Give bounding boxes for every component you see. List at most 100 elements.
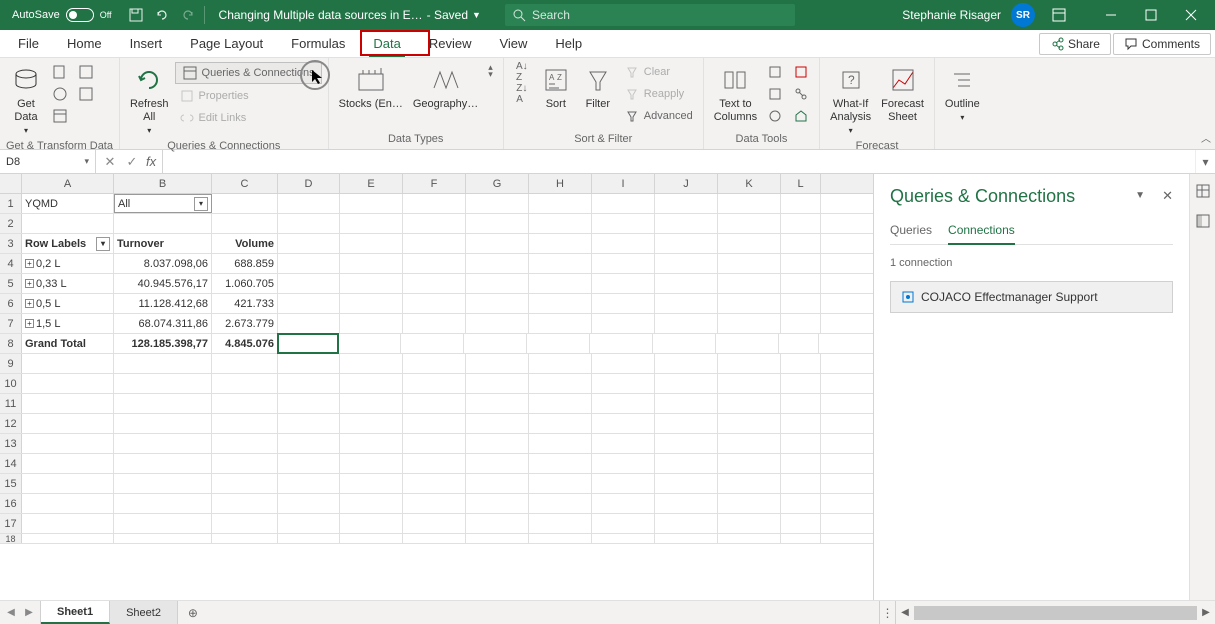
cell-a3[interactable]: Row Labels▾	[22, 234, 114, 253]
cell[interactable]	[340, 514, 403, 533]
horizontal-scrollbar[interactable]: ◀ ▶	[895, 601, 1215, 624]
geography-button[interactable]: Geography…	[409, 62, 482, 113]
cell[interactable]	[340, 474, 403, 493]
cell[interactable]	[338, 334, 401, 353]
cell[interactable]	[779, 334, 819, 353]
cell[interactable]	[718, 194, 781, 213]
clear-button[interactable]: Clear	[620, 62, 697, 82]
cell[interactable]	[529, 414, 592, 433]
row-header[interactable]: 3	[0, 234, 22, 253]
from-web-button[interactable]	[48, 84, 72, 104]
expand-icon[interactable]: +	[25, 279, 34, 288]
cell[interactable]	[114, 474, 212, 493]
cell[interactable]	[403, 534, 466, 543]
chevron-down-icon[interactable]: ▼	[1135, 190, 1145, 201]
cell[interactable]	[403, 274, 466, 293]
close-icon[interactable]	[1171, 0, 1211, 30]
consolidate-button[interactable]	[789, 62, 813, 82]
cell[interactable]	[655, 214, 718, 233]
cell[interactable]	[592, 494, 655, 513]
col-header-j[interactable]: J	[655, 174, 718, 193]
cell[interactable]	[781, 414, 821, 433]
cell[interactable]	[22, 394, 114, 413]
cell[interactable]	[781, 514, 821, 533]
cell[interactable]	[592, 294, 655, 313]
cell[interactable]	[529, 274, 592, 293]
cell[interactable]	[653, 334, 716, 353]
row-header[interactable]: 13	[0, 434, 22, 453]
row-header[interactable]: 9	[0, 354, 22, 373]
maximize-icon[interactable]	[1131, 0, 1171, 30]
cell[interactable]	[22, 434, 114, 453]
cell[interactable]	[114, 494, 212, 513]
cell[interactable]	[278, 534, 340, 543]
sheet-tab-2[interactable]: Sheet2	[110, 601, 178, 624]
comments-button[interactable]: Comments	[1113, 33, 1211, 55]
cell[interactable]	[403, 314, 466, 333]
cell[interactable]	[529, 234, 592, 253]
cell[interactable]	[403, 514, 466, 533]
cell[interactable]	[212, 474, 278, 493]
sort-button[interactable]: AZ Sort	[536, 62, 576, 113]
cell[interactable]	[655, 454, 718, 473]
cell[interactable]	[340, 354, 403, 373]
cell[interactable]	[781, 394, 821, 413]
remove-dup-button[interactable]	[763, 84, 787, 104]
split-handle[interactable]: ⋮	[879, 601, 895, 624]
autosave-toggle[interactable]: AutoSave Off	[4, 8, 120, 22]
cell[interactable]	[278, 514, 340, 533]
tab-data[interactable]: Data	[359, 30, 414, 57]
cell-c7[interactable]: 2.673.779	[212, 314, 278, 333]
row-header[interactable]: 4	[0, 254, 22, 273]
select-all-corner[interactable]	[0, 174, 22, 193]
cell[interactable]	[592, 474, 655, 493]
cell[interactable]	[22, 374, 114, 393]
cell[interactable]	[592, 254, 655, 273]
cell[interactable]	[212, 394, 278, 413]
cell[interactable]	[718, 354, 781, 373]
cell-d8-selected[interactable]	[277, 333, 339, 354]
col-header-i[interactable]: I	[592, 174, 655, 193]
cell[interactable]	[527, 334, 590, 353]
col-header-e[interactable]: E	[340, 174, 403, 193]
cell-a4[interactable]: +0,2 L	[22, 254, 114, 273]
cell[interactable]	[22, 534, 114, 543]
cell[interactable]	[466, 214, 529, 233]
cell[interactable]	[529, 354, 592, 373]
cell[interactable]	[278, 394, 340, 413]
col-header-a[interactable]: A	[22, 174, 114, 193]
cell[interactable]	[718, 314, 781, 333]
cell[interactable]	[212, 354, 278, 373]
cell[interactable]	[278, 354, 340, 373]
advanced-button[interactable]: Advanced	[620, 106, 697, 126]
close-icon[interactable]: ✕	[1162, 188, 1173, 204]
cell[interactable]	[278, 414, 340, 433]
cell[interactable]	[466, 294, 529, 313]
scroll-right-icon[interactable]: ▶	[1197, 607, 1215, 618]
cell[interactable]	[466, 354, 529, 373]
cell[interactable]	[22, 354, 114, 373]
cell[interactable]	[340, 434, 403, 453]
tab-file[interactable]: File	[4, 30, 53, 57]
cell[interactable]	[529, 194, 592, 213]
col-header-c[interactable]: C	[212, 174, 278, 193]
cell[interactable]	[466, 314, 529, 333]
col-header-b[interactable]: B	[114, 174, 212, 193]
cell[interactable]	[403, 434, 466, 453]
cell[interactable]	[466, 194, 529, 213]
data-model-button[interactable]	[789, 106, 813, 126]
cell[interactable]	[781, 214, 821, 233]
cell[interactable]	[466, 494, 529, 513]
cell[interactable]	[592, 354, 655, 373]
cell[interactable]	[718, 434, 781, 453]
cell[interactable]	[781, 494, 821, 513]
format-cells-icon[interactable]	[1194, 182, 1212, 200]
cell[interactable]	[340, 254, 403, 273]
cell[interactable]	[278, 294, 340, 313]
cell[interactable]	[781, 194, 821, 213]
panel-tab-queries[interactable]: Queries	[890, 219, 932, 244]
cell[interactable]	[781, 294, 821, 313]
cell[interactable]	[340, 234, 403, 253]
cell[interactable]	[114, 454, 212, 473]
edit-links-button[interactable]: Edit Links	[175, 108, 322, 128]
